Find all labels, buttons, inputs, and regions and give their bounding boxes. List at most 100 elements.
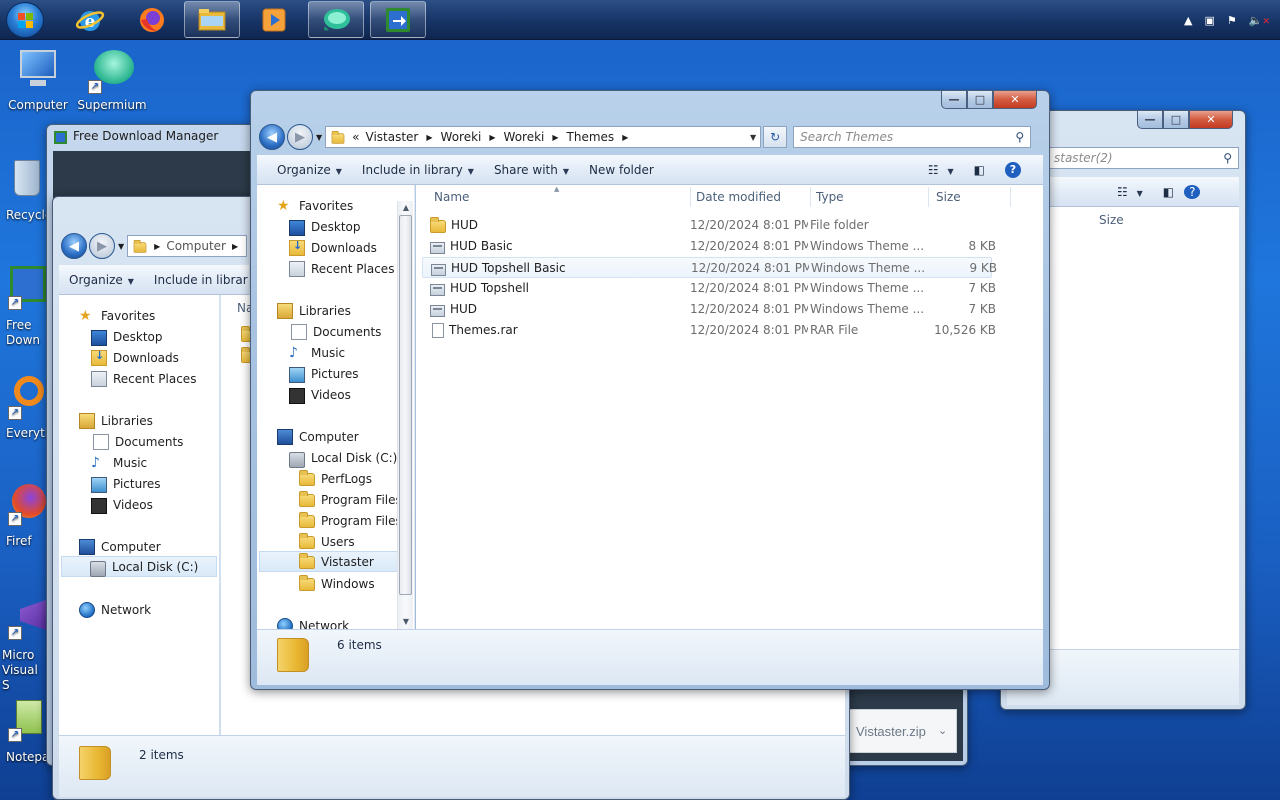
address-bar[interactable]: « Vistaster ▶ Woreki ▶ Woreki ▶ Themes ▶… [325,126,762,148]
nav-computer[interactable]: Computer [79,536,161,557]
nav-favorites[interactable]: ★ Favorites [277,195,353,216]
taskbar-ie-button[interactable]: e [62,1,118,38]
nav-pane-scrollbar[interactable]: ▲ ▼ [397,201,413,629]
nav-music[interactable]: ♪ Music [289,342,345,363]
desktop-icon-computer[interactable]: Computer [0,46,76,112]
nav-downloads[interactable]: Downloads [91,347,179,368]
nav-downloads[interactable]: Downloads [289,237,377,258]
nav-folder-perflogs[interactable]: PerfLogs [299,468,372,489]
address-bar[interactable]: ▶ Computer ▶ [127,235,248,257]
taskbar-firefox-button[interactable] [124,1,180,38]
taskbar-fdm-button[interactable] [370,1,426,38]
nav-folder-program-files[interactable]: Program Files [299,489,402,510]
forward-button[interactable]: ▶ [287,124,313,150]
breadcrumb-chevron-icon[interactable]: ▶ [552,133,558,142]
close-button[interactable]: ✕ [993,91,1037,109]
recent-pages-chevron-icon[interactable]: ▼ [118,242,124,251]
nav-pictures[interactable]: Pictures [289,363,359,384]
column-header-date-modified[interactable]: Date modified [696,185,781,209]
maximize-button[interactable]: □ [967,91,993,109]
explorer-window-themes[interactable]: — □ ✕ ◀ ▶ ▼ « Vistaster ▶ Woreki ▶ Worek… [250,90,1050,690]
nav-documents[interactable]: Documents [289,321,381,342]
address-dropdown-chevron-icon[interactable]: ▼ [750,133,756,142]
nav-libraries[interactable]: Libraries [79,410,153,431]
breadcrumb-item[interactable]: Woreki [441,130,482,144]
file-row[interactable]: HUD Topshell Basic 12/20/2024 8:01 PM Wind… [422,257,997,278]
preview-pane-button[interactable]: ◧ [1153,185,1184,199]
file-row[interactable]: HUD Topshell 12/20/2024 8:01 PM Windows Th… [422,278,996,299]
nav-desktop[interactable]: Desktop [289,216,361,237]
forward-button[interactable]: ▶ [89,233,115,259]
column-header-type[interactable]: Type [816,185,844,209]
nav-folder-windows[interactable]: Windows [299,573,375,594]
column-divider[interactable] [928,187,929,207]
start-button[interactable] [6,2,44,38]
back-button[interactable]: ◀ [61,233,87,259]
new-folder-button[interactable]: New folder [579,163,664,177]
minimize-button[interactable]: — [941,91,967,109]
volume-muted-icon[interactable]: 🔈✕ [1249,14,1270,27]
nav-folder-users[interactable]: Users [299,531,355,552]
nav-network[interactable]: Network [277,615,349,629]
column-header-size[interactable]: Size [1099,213,1124,227]
nav-local-disk[interactable]: Local Disk (C:) [289,447,397,468]
scroll-down-arrow-icon[interactable]: ▼ [398,615,414,629]
nav-libraries[interactable]: Libraries [277,300,351,321]
network-tray-icon[interactable]: ▣ [1204,14,1214,27]
breadcrumb-overflow[interactable]: « [352,130,359,144]
nav-favorites[interactable]: ★ Favorites [79,305,155,326]
nav-desktop[interactable]: Desktop [91,326,163,347]
search-input[interactable]: Search Themes ⚲ [793,126,1032,148]
taskbar-supermium-button[interactable] [308,1,364,38]
breadcrumb-chevron-icon[interactable]: ▶ [622,133,628,142]
scroll-up-arrow-icon[interactable]: ▲ [398,201,414,215]
taskbar-media-button[interactable] [246,1,302,38]
minimize-button[interactable]: — [1137,111,1163,129]
column-divider[interactable] [690,187,691,207]
breadcrumb-item[interactable]: Woreki [504,130,545,144]
nav-network[interactable]: Network [79,599,151,620]
include-in-library-button[interactable]: Include in librar [144,273,258,287]
nav-recent-places[interactable]: Recent Places [289,258,394,279]
scroll-thumb[interactable] [399,215,412,595]
help-button[interactable]: ? [995,161,1031,178]
nav-videos[interactable]: Videos [91,494,153,515]
views-button[interactable]: ☷ ▼ [1107,185,1153,199]
close-button[interactable]: ✕ [1189,111,1233,129]
back-button[interactable]: ◀ [259,124,285,150]
preview-pane-button[interactable]: ◧ [964,163,995,177]
file-row[interactable]: HUD 12/20/2024 8:01 PM Windows Theme ... 7 … [422,299,996,320]
nav-music[interactable]: ♪ Music [91,452,147,473]
taskbar-explorer-button[interactable] [184,1,240,38]
nav-recent-places[interactable]: Recent Places [91,368,196,389]
fdm-download-item[interactable]: Vistaster.zip ⌄ [847,709,957,753]
breadcrumb-item[interactable]: Computer [166,239,226,253]
nav-folder-vistaster[interactable]: Vistaster [259,551,399,572]
breadcrumb-item[interactable]: Themes [567,130,615,144]
change-view-button[interactable]: ☷ ▼ [918,163,964,177]
column-divider[interactable] [1010,187,1011,207]
recent-pages-chevron-icon[interactable]: ▼ [316,133,322,142]
maximize-button[interactable]: □ [1163,111,1189,129]
fdm-chevron-down-icon[interactable]: ⌄ [938,724,947,737]
help-icon[interactable]: ? [1184,184,1201,199]
breadcrumb-chevron-icon[interactable]: ▶ [489,133,495,142]
include-in-library-button[interactable]: Include in library ▼ [352,163,484,177]
file-row[interactable]: Themes.rar 12/20/2024 8:01 PM RAR File 10,5… [422,320,996,341]
tray-chevron-up-icon[interactable]: ▲ [1184,14,1192,27]
breadcrumb-item[interactable]: Vistaster [366,130,419,144]
column-divider[interactable] [810,187,811,207]
desktop-icon-firefox[interactable]: ↗ Firef [0,482,46,548]
organize-button[interactable]: Organize ▼ [59,273,144,287]
nav-computer[interactable]: Computer [277,426,359,447]
desktop-icon-visual-studio[interactable]: ↗ Micro Visual S [0,596,46,693]
share-with-button[interactable]: Share with ▼ [484,163,579,177]
nav-folder-program-files-x86[interactable]: Program Files ( [299,510,410,531]
desktop-icon-notepad[interactable]: ↗ Notepa [0,698,49,764]
file-row[interactable]: HUD 12/20/2024 8:01 PM File folder [422,215,992,236]
column-header-size[interactable]: Size [936,185,961,209]
nav-documents[interactable]: Documents [91,431,183,452]
nav-pictures[interactable]: Pictures [91,473,161,494]
search-input[interactable]: staster(2) ⚲ [1047,147,1239,169]
nav-local-disk[interactable]: Local Disk (C:) [61,556,217,577]
